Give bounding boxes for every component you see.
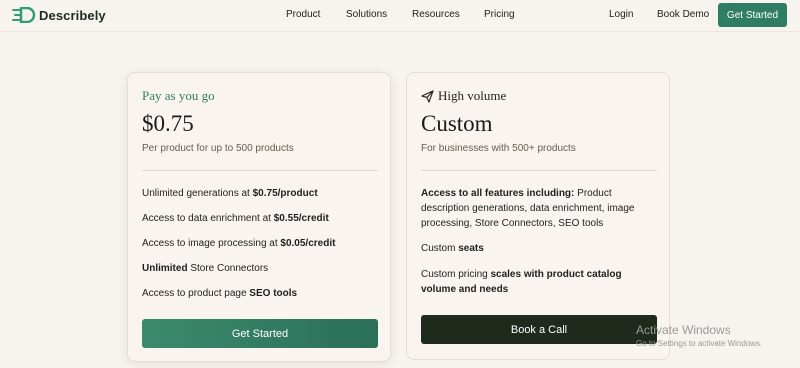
- feature-text: Access to data enrichment at: [142, 213, 274, 224]
- activate-windows-subtitle: Go to Settings to activate Windows.: [636, 339, 763, 348]
- feature-text: Custom pricing: [421, 269, 491, 280]
- pricing-card-high-volume: High volume Custom For businesses with 5…: [406, 72, 670, 360]
- feature-text: Unlimited generations at: [142, 188, 253, 199]
- divider: [421, 170, 657, 171]
- feature-bold: seats: [458, 243, 484, 254]
- tier-label-text: High volume: [438, 88, 507, 103]
- feature-text: Store Connectors: [187, 263, 269, 274]
- price: $0.75: [142, 111, 194, 136]
- feature-text: Custom: [421, 243, 459, 254]
- activate-windows-title: Activate Windows: [636, 323, 731, 337]
- feature-bold: SEO tools: [249, 288, 298, 299]
- tier-label: Pay as you go: [142, 88, 215, 103]
- feature-bold: Access to all features including:: [421, 188, 575, 199]
- nav-link-product[interactable]: Product: [286, 9, 320, 20]
- feature-item: Unlimited generations at $0.75/product: [142, 186, 378, 201]
- top-nav: Describely Product Solutions Resources P…: [0, 0, 800, 32]
- divider: [142, 170, 378, 171]
- logo-text: Describely: [39, 7, 106, 23]
- feature-bold: $0.05/credit: [280, 238, 336, 249]
- feature-bold: $0.75/product: [252, 188, 318, 199]
- describely-logo-icon: [12, 7, 36, 23]
- feature-item: Access to all features including: Produc…: [421, 186, 657, 231]
- book-a-call-button[interactable]: Book a Call: [421, 315, 657, 344]
- feature-text: Access to product page: [142, 288, 250, 299]
- feature-item: Access to product page SEO tools: [142, 286, 378, 301]
- tier-label: High volume: [421, 88, 506, 104]
- feature-item: Custom pricing scales with product catal…: [421, 267, 657, 297]
- price-subtitle: For businesses with 500+ products: [421, 143, 576, 154]
- price-subtitle: Per product for up to 500 products: [142, 143, 294, 154]
- nav-link-resources[interactable]: Resources: [412, 9, 460, 20]
- nav-link-solutions[interactable]: Solutions: [346, 9, 387, 20]
- login-link[interactable]: Login: [609, 9, 633, 20]
- nav-get-started-button[interactable]: Get Started: [718, 3, 787, 27]
- feature-bold: Unlimited: [142, 263, 188, 274]
- pricing-card-pay-as-you-go: Pay as you go $0.75 Per product for up t…: [127, 72, 391, 362]
- feature-item: Access to data enrichment at $0.55/credi…: [142, 211, 378, 226]
- paper-plane-icon: [421, 89, 434, 103]
- book-demo-link[interactable]: Book Demo: [657, 9, 709, 20]
- feature-item: Unlimited Store Connectors: [142, 261, 378, 276]
- price: Custom: [421, 111, 493, 136]
- logo[interactable]: Describely: [12, 6, 106, 24]
- get-started-button[interactable]: Get Started: [142, 319, 378, 348]
- feature-text: Access to image processing at: [142, 238, 281, 249]
- feature-item: Custom seats: [421, 241, 657, 256]
- feature-item: Access to image processing at $0.05/cred…: [142, 236, 378, 251]
- feature-bold: $0.55/credit: [273, 213, 329, 224]
- nav-link-pricing[interactable]: Pricing: [484, 9, 515, 20]
